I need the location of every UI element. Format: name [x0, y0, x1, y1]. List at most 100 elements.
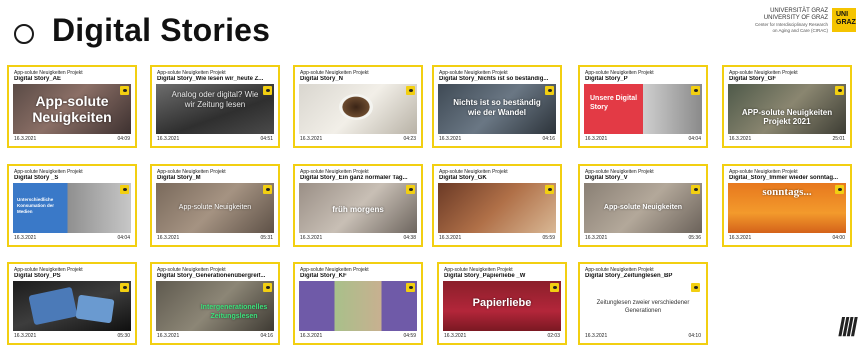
logo-mark-text: UNI GRAZ — [836, 11, 856, 26]
video-card[interactable]: App-solute Neuigkeiten Projekt Digital S… — [432, 65, 562, 148]
video-card[interactable]: App-solute Neuigkeiten Projekt Digital S… — [437, 262, 567, 345]
card-duration: 04:51 — [260, 136, 273, 142]
video-card[interactable]: App-solute Neuigkeiten Projekt Digital S… — [7, 164, 137, 247]
card-date: 16.3.2021 — [157, 136, 180, 142]
card-title: Digital Story_GF — [729, 76, 777, 82]
card-title: Digital Story_Ein ganz normaler Tag... — [300, 175, 408, 181]
view-icon[interactable] — [263, 86, 272, 95]
card-title: Digital Story_N — [300, 76, 344, 82]
thumbnail-text: App-solute Neuigkeiten — [603, 204, 683, 211]
card-title: Digital Story_Papierliebe _W — [444, 273, 526, 279]
card-title: Digital Story _S — [14, 175, 59, 181]
view-icon[interactable] — [691, 185, 700, 194]
card-thumbnail[interactable]: Analog oder digital? Wie wir Zeitung les… — [156, 84, 274, 134]
card-thumbnail[interactable]: APP-solute Neuigkeiten Projekt 2021 — [728, 84, 846, 134]
card-date: 16.3.2021 — [444, 333, 467, 339]
card-date: 16.3.2021 — [157, 333, 180, 339]
video-card[interactable]: App-solute Neuigkeiten Projekt Digital S… — [293, 164, 423, 247]
page-header: Digital Stories — [14, 12, 270, 49]
card-title: Digital Story_PS — [14, 273, 61, 279]
view-icon[interactable] — [120, 283, 129, 292]
card-thumbnail[interactable]: Unsere Digital Story — [584, 84, 702, 134]
page-title: Digital Stories — [52, 12, 271, 48]
logo-text: UNIVERSITÄT GRAZ UNIVERSITY OF GRAZ Cent… — [716, 8, 828, 33]
card-thumbnail[interactable]: App-solute Neuigkeiten — [13, 84, 131, 134]
view-icon[interactable] — [406, 283, 415, 292]
card-title: Digital Story_KF — [300, 273, 347, 279]
video-card[interactable]: App-solute Neuigkeiten Projekt Digital S… — [293, 262, 423, 345]
card-thumbnail[interactable]: Zeitunglesen zweier verschiedener Genera… — [584, 281, 702, 331]
card-date: 16.3.2021 — [300, 136, 323, 142]
card-date: 16.3.2021 — [14, 235, 37, 241]
card-thumbnail[interactable]: Unterschiedliche Konsumation der Medien — [13, 183, 131, 233]
logo-mark: UNI GRAZ — [832, 8, 856, 32]
card-title: Digital Story_V — [585, 175, 628, 181]
thumbnail-text: Unsere Digital Story — [590, 95, 638, 111]
logo-line: UNIVERSITY OF GRAZ — [763, 15, 828, 21]
thumbnail-text: Papierliebe — [472, 297, 532, 309]
thumbnail-text: sonntags... — [762, 186, 812, 198]
university-logo: UNIVERSITÄT GRAZ UNIVERSITY OF GRAZ Cent… — [716, 8, 856, 46]
card-duration: 25:01 — [832, 136, 845, 142]
view-icon[interactable] — [545, 185, 554, 194]
card-duration: 04:59 — [403, 333, 416, 339]
card-duration: 04:00 — [832, 235, 845, 241]
view-icon[interactable] — [691, 86, 700, 95]
view-icon[interactable] — [263, 185, 272, 194]
video-card[interactable]: App-solute Neuigkeiten Projekt Digital S… — [150, 262, 280, 345]
view-icon[interactable] — [406, 185, 415, 194]
video-card[interactable]: App-solute Neuigkeiten Projekt Digital S… — [432, 164, 562, 247]
card-date: 16.3.2021 — [729, 136, 752, 142]
view-icon[interactable] — [263, 283, 272, 292]
thumbnail-text: App-solute Neuigkeiten — [178, 204, 252, 211]
card-thumbnail[interactable] — [299, 84, 417, 134]
view-icon[interactable] — [545, 86, 554, 95]
card-title: Digital Story_Nichts ist so beständig... — [439, 76, 549, 82]
thumbnail-text: früh morgens — [332, 205, 384, 214]
card-date: 16.3.2021 — [439, 136, 462, 142]
view-icon[interactable] — [835, 185, 844, 194]
video-card[interactable]: App-solute Neuigkeiten Projekt Digital S… — [7, 65, 137, 148]
video-card[interactable]: App-solute Neuigkeiten Projekt Digital S… — [722, 65, 852, 148]
card-title: Digital Story_AE — [14, 76, 62, 82]
card-duration: 02:03 — [547, 333, 560, 339]
thumbnail-text: APP-solute Neuigkeiten Projekt 2021 — [741, 108, 833, 126]
thumbnail-text: Nichts ist so beständig wie der Wandel — [453, 98, 541, 117]
card-duration: 04:04 — [688, 136, 701, 142]
card-thumbnail[interactable]: Nichts ist so beständig wie der Wandel — [438, 84, 556, 134]
card-duration: 04:38 — [403, 235, 416, 241]
video-card[interactable]: App-solute Neuigkeiten Projekt Digital S… — [578, 164, 708, 247]
video-card[interactable]: App-solute Neuigkeiten Projekt Digital S… — [150, 164, 280, 247]
view-icon[interactable] — [120, 86, 129, 95]
decorative-slashes: //// — [838, 312, 858, 342]
card-title: Digital Story_P — [585, 76, 628, 82]
thumbnail-text: Intergenerationelles Zeitungslesen — [200, 304, 268, 320]
card-thumbnail[interactable]: früh morgens — [299, 183, 417, 233]
logo-line: UNIVERSITÄT GRAZ — [770, 8, 828, 14]
card-duration: 05:30 — [117, 333, 130, 339]
card-title: Digital Story_Wie lesen wir_heute Z... — [157, 76, 264, 82]
card-thumbnail[interactable]: App-solute Neuigkeiten — [156, 183, 274, 233]
video-card[interactable]: App-solute Neuigkeiten Projekt Digital S… — [7, 262, 137, 345]
video-card[interactable]: App-solute Neuigkeiten Projekt Digital S… — [150, 65, 280, 148]
view-icon[interactable] — [406, 86, 415, 95]
card-duration: 04:16 — [542, 136, 555, 142]
card-thumbnail[interactable]: App-solute Neuigkeiten — [584, 183, 702, 233]
view-icon[interactable] — [835, 86, 844, 95]
view-icon[interactable] — [691, 283, 700, 292]
card-title: Digital Story_GK — [439, 175, 487, 181]
card-thumbnail[interactable]: Papierliebe — [443, 281, 561, 331]
video-card[interactable]: App-solute Neuigkeiten Projekt Digital S… — [578, 65, 708, 148]
view-icon[interactable] — [550, 283, 559, 292]
card-thumbnail[interactable]: sonntags... — [728, 183, 846, 233]
card-thumbnail[interactable] — [438, 183, 556, 233]
card-thumbnail[interactable]: Intergenerationelles Zeitungslesen — [156, 281, 274, 331]
card-duration: 05:36 — [688, 235, 701, 241]
video-card[interactable]: App-solute Neuigkeiten Projekt Digital_S… — [722, 164, 852, 247]
view-icon[interactable] — [120, 185, 129, 194]
video-card[interactable]: App-solute Neuigkeiten Projekt Digital S… — [578, 262, 708, 345]
card-thumbnail[interactable] — [13, 281, 131, 331]
card-duration: 04:04 — [117, 235, 130, 241]
video-card[interactable]: App-solute Neuigkeiten Projekt Digital S… — [293, 65, 423, 148]
card-thumbnail[interactable] — [299, 281, 417, 331]
